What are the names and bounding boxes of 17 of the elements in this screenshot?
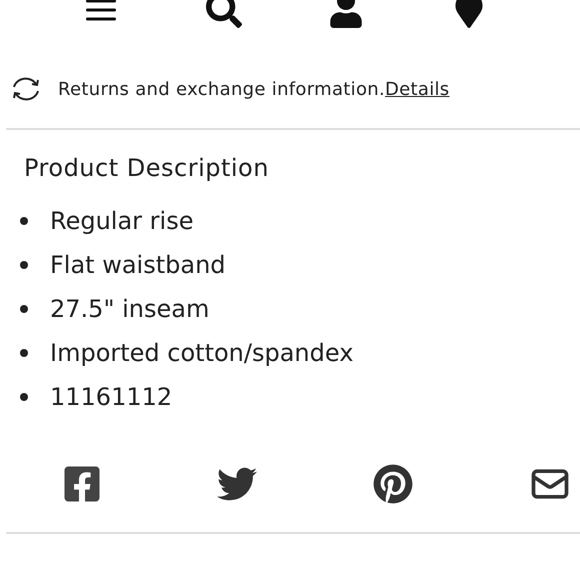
bullet-icon (20, 305, 28, 313)
bullet-text: Imported cotton/spandex (50, 338, 354, 368)
bullet-icon (20, 349, 28, 357)
bullet-icon (20, 393, 28, 401)
bullet-text: Regular rise (50, 206, 194, 236)
bullet-text: Flat waistband (50, 250, 226, 280)
pinterest-button[interactable] (372, 464, 413, 504)
search-button[interactable] (206, 0, 242, 28)
returns-text: Returns and exchange information.Details (58, 78, 450, 100)
bullet-icon (20, 261, 28, 269)
bullet-text: 27.5" inseam (50, 294, 210, 324)
facebook-button[interactable] (62, 464, 102, 504)
bullet-icon (20, 217, 28, 225)
bullet-text: 11161112 (50, 382, 172, 412)
section-title: Product Description (24, 154, 270, 182)
details-link[interactable]: Details (384, 78, 450, 100)
account-button[interactable] (328, 0, 364, 28)
